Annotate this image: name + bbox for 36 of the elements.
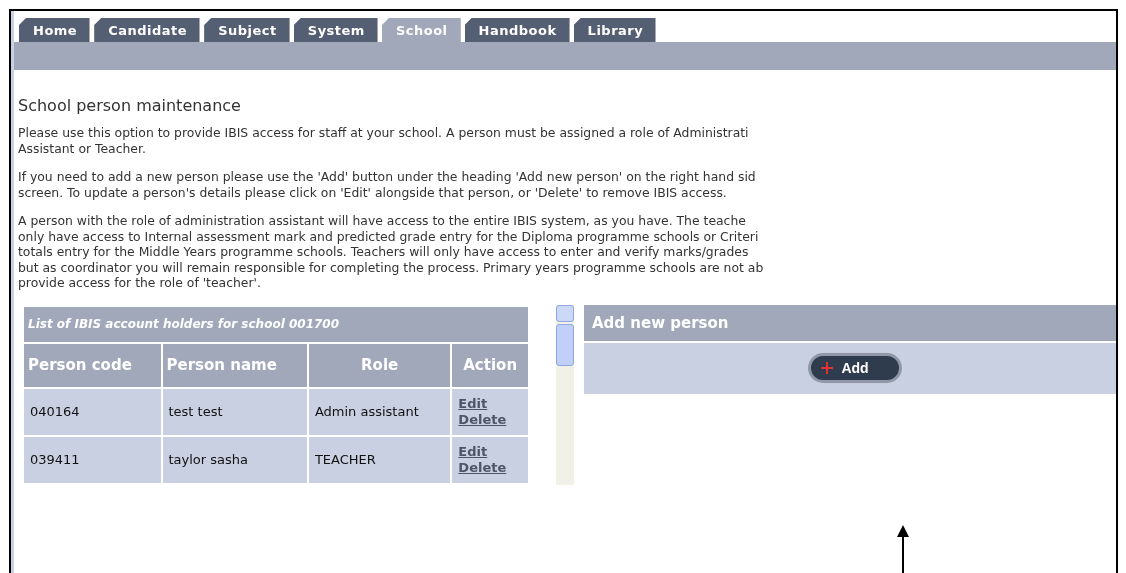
paragraph-line: screen. To update a person's details please click on 'Edit' alongside that person, or 'Delete' to remove IBIS access. bbox=[18, 184, 728, 200]
table-cell: 039411 bbox=[23, 435, 162, 484]
table-cell: Admin assistant bbox=[307, 387, 452, 436]
column-header: Role bbox=[307, 342, 452, 388]
page-heading: School person maintenance bbox=[18, 96, 242, 115]
arrow-drawing bbox=[897, 525, 909, 573]
table-cell: test test bbox=[161, 387, 308, 436]
nav-tab[interactable]: Home bbox=[19, 18, 91, 42]
paragraph-line: A person with the role of administration assistant will have access to the entire IBIS system, as you have. The teache bbox=[18, 213, 747, 229]
edit-link[interactable]: Edit bbox=[458, 395, 522, 412]
nav-tab[interactable]: System bbox=[293, 18, 378, 42]
table-cell: TEACHER bbox=[307, 435, 452, 484]
nav-tab[interactable]: Handbook bbox=[464, 18, 570, 42]
plus-icon bbox=[821, 362, 834, 374]
column-header: Person code bbox=[23, 342, 162, 388]
edit-link[interactable]: Edit bbox=[458, 443, 522, 460]
paragraph-line: If you need to add a new person please use the 'Add' button under the heading 'Add new person' on the right hand sid bbox=[18, 169, 757, 185]
column-header: Person name bbox=[161, 342, 308, 388]
nav-tab[interactable]: Candidate bbox=[94, 18, 201, 42]
paragraph-line: totals entry for the Middle Years programme schools. Teachers will only have access to enter and verify marks/grades bbox=[18, 244, 750, 260]
nav-tab[interactable]: Subject bbox=[204, 18, 290, 42]
nav-tab[interactable]: Library bbox=[573, 18, 657, 42]
add-button[interactable]: Add bbox=[808, 353, 902, 383]
delete-link[interactable]: Delete bbox=[458, 459, 522, 476]
paragraph-line: Please use this option to provide IBIS access for staff at your school. A person must be assigned a role of Administrati bbox=[18, 125, 750, 141]
paragraph-line: but as coordinator you will remain responsible for completing the process. Primary years programme schools are not ab bbox=[18, 259, 765, 275]
scrollbar[interactable] bbox=[556, 304, 574, 485]
column-header: Action bbox=[451, 342, 529, 388]
table-cell: 040164 bbox=[23, 387, 162, 436]
delete-link[interactable]: Delete bbox=[458, 411, 522, 428]
panel-title: Add new person bbox=[584, 304, 1116, 343]
paragraph-line: Assistant or Teacher. bbox=[18, 140, 147, 156]
table-title: List of IBIS account holders for school 001700 bbox=[23, 305, 529, 343]
table-cell: taylor sasha bbox=[161, 435, 308, 484]
paragraph-line: only have access to Internal assessment mark and predicted grade entry for the Diploma programme schools or Criteri bbox=[18, 228, 760, 244]
paragraph-line: provide access for the role of 'teacher'. bbox=[18, 275, 262, 291]
